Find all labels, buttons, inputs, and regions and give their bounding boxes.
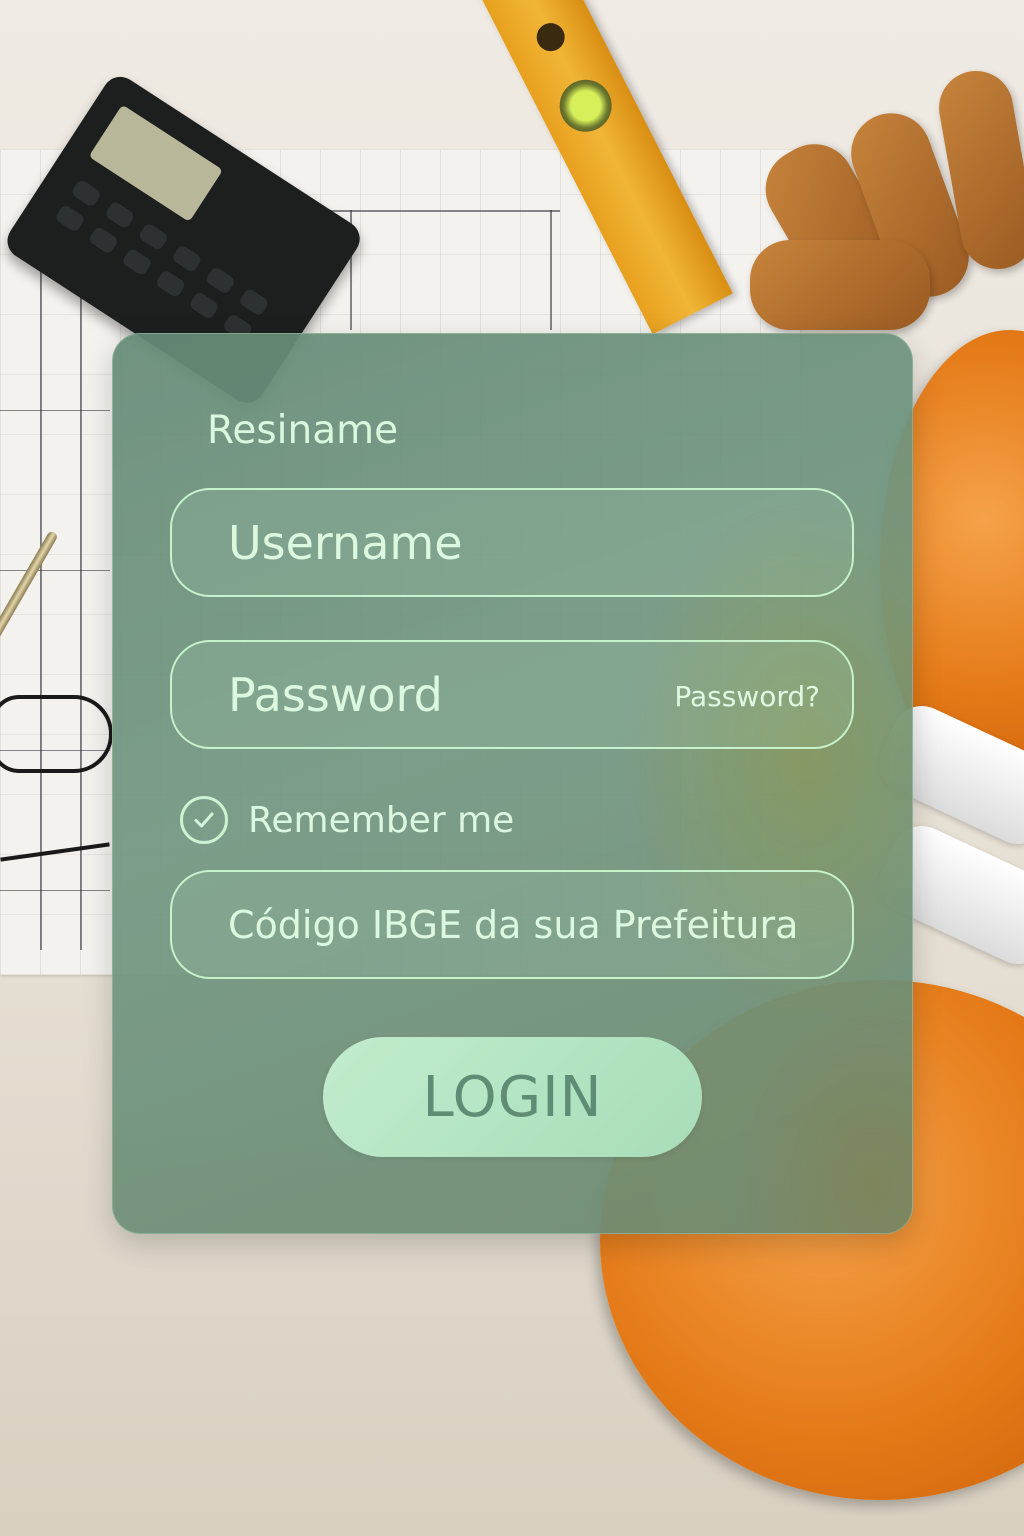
remember-me-checkbox[interactable]: Remember me <box>180 793 514 847</box>
login-button[interactable]: LOGIN <box>323 1037 702 1157</box>
work-glove-finger <box>750 240 930 330</box>
remember-me-label: Remember me <box>248 799 515 841</box>
eyeglasses <box>0 695 113 773</box>
password-field: Password? <box>170 640 854 749</box>
check-circle-icon <box>180 796 228 844</box>
username-input[interactable] <box>172 490 852 595</box>
login-card: Resiname Password? Remember me LOGIN <box>112 333 913 1234</box>
form-title: Resiname <box>207 408 399 453</box>
forgot-password-link[interactable]: Password? <box>674 680 820 713</box>
ibge-code-input[interactable] <box>172 872 852 977</box>
ibge-code-field <box>170 870 854 979</box>
username-field <box>170 488 854 597</box>
